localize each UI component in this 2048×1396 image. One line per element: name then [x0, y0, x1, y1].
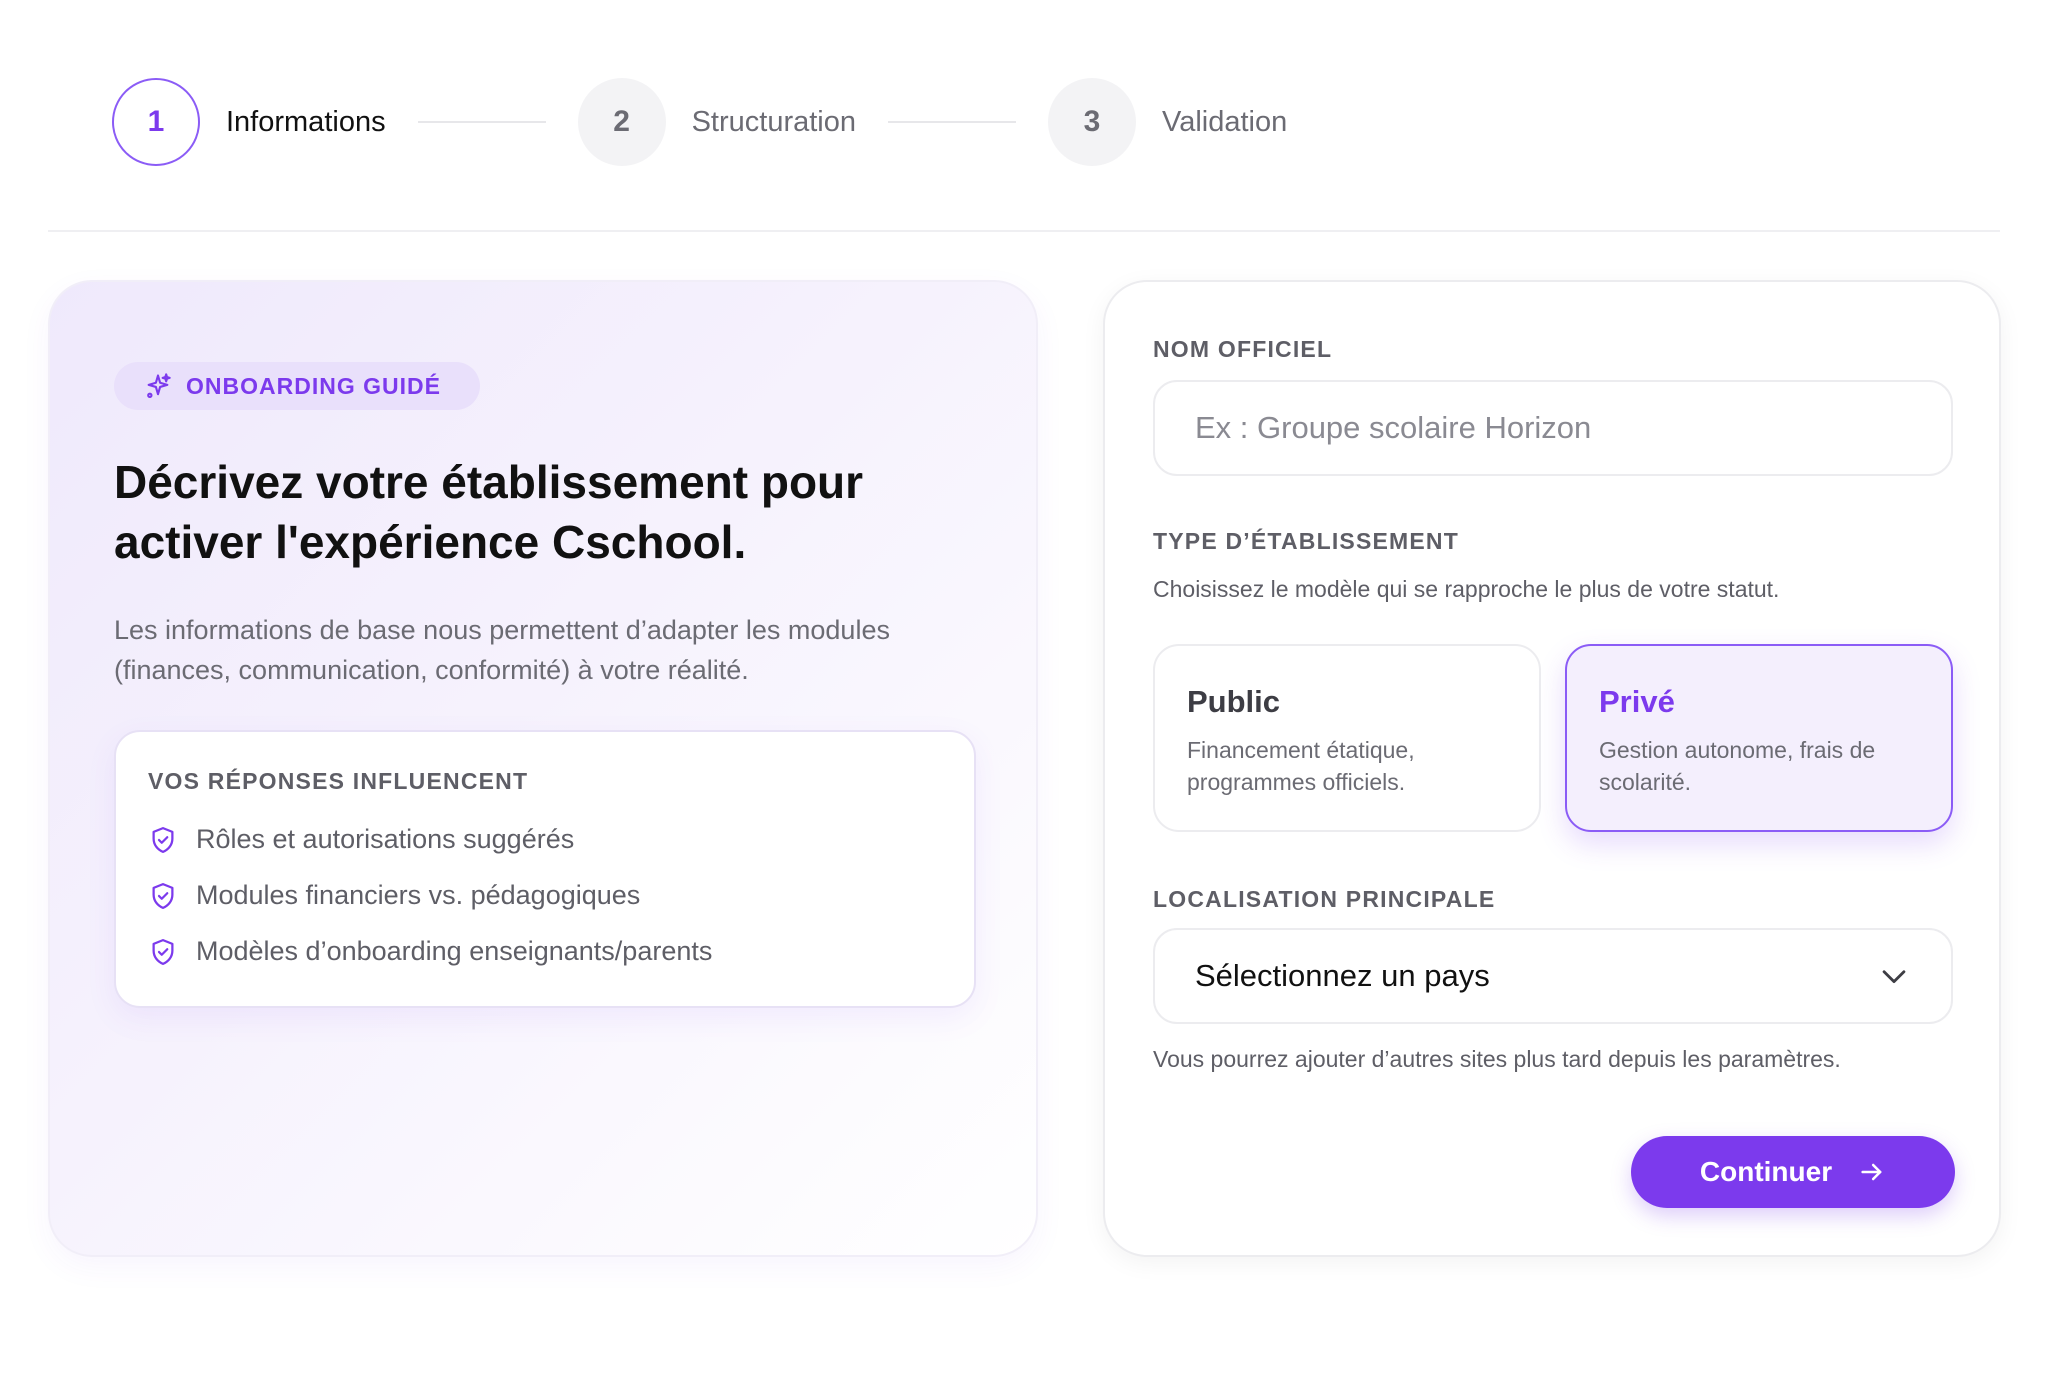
- list-item-label: Modules financiers vs. pédagogiques: [196, 880, 641, 910]
- sparkles-icon: [147, 373, 171, 399]
- step-connector: [888, 121, 1016, 123]
- influence-title: VOS RÉPONSES INFLUENCENT: [148, 768, 529, 794]
- shield-check-icon: [152, 938, 174, 965]
- step-structuration[interactable]: 2 Structuration: [577, 78, 856, 166]
- influence-box: VOS RÉPONSES INFLUENCENT Rôles et autori…: [114, 730, 976, 1008]
- type-option-title: Privé: [1599, 684, 1675, 719]
- country-select-value: Sélectionnez un pays: [1195, 958, 1490, 993]
- list-item-label: Modèles d’onboarding enseignants/parents: [196, 936, 713, 966]
- shield-check-icon: [152, 882, 174, 909]
- list-item: Modèles d’onboarding enseignants/parents: [148, 936, 712, 967]
- intro-description: Les informations de base nous permettent…: [114, 610, 994, 690]
- intro-card: ONBOARDING GUIDÉ Décrivez votre établiss…: [48, 280, 1038, 1257]
- list-item: Modules financiers vs. pédagogiques: [148, 880, 640, 911]
- onboarding-page: 1 Informations 2 Structuration 3 Validat…: [0, 0, 2048, 1396]
- continue-button-label: Continuer: [1699, 1156, 1833, 1187]
- step-label: Validation: [1162, 105, 1288, 138]
- intro-description-line: (finances, communication, conformité) à …: [114, 655, 749, 685]
- step-connector: [417, 121, 546, 123]
- continue-button[interactable]: Continuer: [1631, 1136, 1955, 1208]
- location-label: LOCALISATION PRINCIPALE: [1153, 886, 1496, 912]
- intro-description-line: Les informations de base nous permettent…: [114, 615, 890, 645]
- establishment-form: NOM OFFICIEL TYPE D’ÉTABLISSEMENT Choisi…: [1103, 280, 2001, 1257]
- type-option-public[interactable]: Public Financement étatique, programmes …: [1153, 644, 1541, 832]
- step-validation[interactable]: 3 Validation: [1048, 78, 1287, 166]
- official-name-input[interactable]: [1153, 380, 1953, 476]
- type-option-prive[interactable]: Privé Gestion autonome, frais de scolari…: [1565, 644, 1953, 832]
- page-title-line: activer l'expérience Cschool.: [114, 516, 747, 568]
- step-number: 1: [112, 78, 200, 166]
- country-select[interactable]: Sélectionnez un pays: [1153, 928, 1953, 1024]
- type-option-description: Financement étatique, programmes officie…: [1187, 737, 1415, 795]
- chevron-down-icon: [1882, 970, 1906, 984]
- step-informations[interactable]: 1 Informations: [112, 78, 386, 166]
- location-hint: Vous pourrez ajouter d’autres sites plus…: [1153, 1046, 1841, 1072]
- type-option-title: Public: [1187, 684, 1281, 719]
- stepper: 1 Informations 2 Structuration 3 Validat…: [112, 78, 1287, 166]
- type-hint: Choisissez le modèle qui se rapproche le…: [1153, 576, 1780, 602]
- list-item: Rôles et autorisations suggérés: [148, 824, 574, 855]
- step-label: Structuration: [691, 105, 856, 138]
- step-number: 2: [577, 78, 666, 166]
- page-title: Décrivez votre établissement pour active…: [114, 452, 974, 572]
- type-label: TYPE D’ÉTABLISSEMENT: [1153, 528, 1459, 554]
- step-label: Informations: [226, 105, 386, 138]
- name-label: NOM OFFICIEL: [1153, 336, 1333, 362]
- shield-check-icon: [152, 826, 174, 853]
- step-number: 3: [1048, 78, 1136, 166]
- list-item-label: Rôles et autorisations suggérés: [196, 824, 575, 854]
- type-option-description: Gestion autonome, frais de scolarité.: [1599, 737, 1876, 795]
- page-title-line: Décrivez votre établissement pour: [114, 456, 864, 508]
- header-divider: [48, 230, 2000, 232]
- badge-label: ONBOARDING GUIDÉ: [186, 372, 441, 399]
- onboarding-badge: ONBOARDING GUIDÉ: [114, 362, 480, 410]
- arrow-right-icon: [1861, 1163, 1882, 1181]
